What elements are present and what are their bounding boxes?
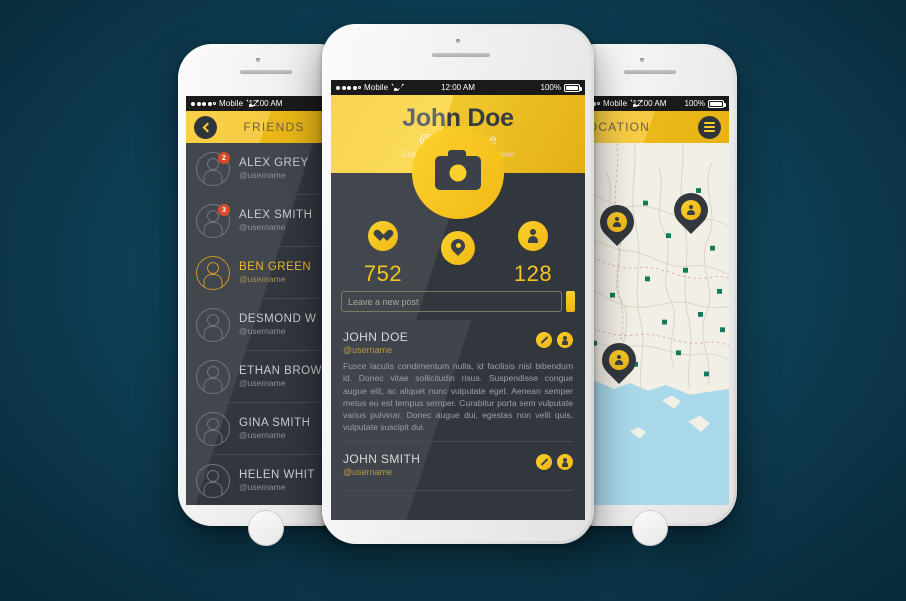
friend-text: ALEX GREY @username [239,157,309,180]
scene-background: Mobile 12:00 AM FRIENDS 2 ALEX GREY @usern… [0,0,906,601]
hamburger-menu-icon[interactable] [698,115,721,139]
friend-name: ALEX GREY [239,157,309,169]
avatar-icon [196,359,230,394]
map-pin[interactable] [592,197,642,247]
post-body: Fusce iaculis condimentum nulla, id faci… [343,361,573,433]
friend-name: DESMOND W [239,313,317,325]
pencil-icon[interactable] [536,332,552,349]
front-camera-icon [456,39,460,43]
person-icon [607,212,627,232]
followers-count: 128 [513,261,553,287]
earpiece-speaker [624,70,676,74]
composer-row [331,291,585,313]
battery-icon [708,99,726,108]
post-author-name: JOHN DOE [343,330,409,345]
feed-post[interactable]: JOHN DOE @username Fusce iaculis condiment… [343,320,573,443]
person-icon [681,200,701,220]
person-icon[interactable] [557,454,573,471]
front-camera-icon [256,58,260,62]
friend-name: BEN GREEN [239,261,312,273]
center-phone-screen: Mobile 12:00 AM 100% John Doe @username … [331,80,585,520]
center-phone: Mobile 12:00 AM 100% John Doe @username … [322,24,594,544]
map-pin[interactable] [594,335,644,385]
post-author-username: @username [343,467,393,478]
likes-count: 752 [363,261,403,287]
unread-badge: 3 [218,204,230,216]
heart-icon [368,221,398,252]
person-icon [518,221,548,252]
feed-post[interactable]: JOHN SMITH @username [343,442,573,492]
friends-title: FRIENDS [243,120,305,134]
avatar-icon [196,463,230,498]
avatar-icon [196,255,230,290]
earpiece-speaker [432,53,490,57]
friend-text: GINA SMITH @username [239,417,310,440]
post-author-block: JOHN DOE @username [343,330,408,355]
friend-username: @username [239,326,286,336]
center-status-bar: Mobile 12:00 AM 100% [331,80,585,95]
friend-name: ETHAN BROW [239,365,322,377]
friend-text: BEN GREEN @username [239,261,311,284]
friend-username: @username [239,482,286,492]
home-button[interactable] [248,510,284,546]
pencil-icon[interactable] [536,454,552,471]
likes-stat[interactable]: 752 [347,179,419,287]
home-button[interactable] [632,510,668,546]
post-author-username: @username [343,345,393,356]
friend-username: @username [239,378,286,388]
map-pin[interactable] [666,185,716,235]
post-feed[interactable]: JOHN DOE @username Fusce iaculis condiment… [331,320,585,520]
front-camera-icon [640,58,644,62]
avatar-icon [196,411,230,446]
unread-badge: 2 [218,152,230,164]
person-icon[interactable] [557,332,573,349]
back-button[interactable] [194,115,217,139]
status-time: 12:00 AM [441,83,475,92]
friend-name: ALEX SMITH [239,209,313,221]
send-post-button[interactable] [566,291,575,313]
avatar-icon [196,307,230,342]
friend-text: ALEX SMITH @username [239,209,312,232]
friend-text: DESMOND W @username [239,313,316,336]
friend-username: @username [239,222,286,232]
post-author-name: JOHN SMITH [343,452,421,467]
location-pin-icon[interactable] [441,231,475,266]
earpiece-speaker [240,70,292,74]
friend-username: @username [239,170,286,180]
post-actions [536,452,573,471]
person-icon [609,350,629,370]
friend-name: GINA SMITH [239,417,311,429]
friend-text: ETHAN BROW @username [239,365,322,388]
post-actions [536,330,573,349]
post-header: JOHN SMITH @username [343,452,573,477]
stats-section: 752 128 [331,127,585,321]
post-author-block: JOHN SMITH @username [343,452,420,477]
location-title: LOCATION [580,120,651,134]
friend-username: @username [239,430,286,440]
stats-row: 752 128 [331,173,585,287]
friend-name: HELEN WHIT [239,469,315,481]
post-header: JOHN DOE @username [343,330,573,355]
new-post-input[interactable] [341,291,562,313]
battery-icon [564,83,582,92]
followers-stat[interactable]: 128 [497,179,569,287]
friend-text: HELEN WHIT @username [239,469,315,492]
chevron-left-icon [202,122,212,132]
friend-username: @username [239,274,286,284]
